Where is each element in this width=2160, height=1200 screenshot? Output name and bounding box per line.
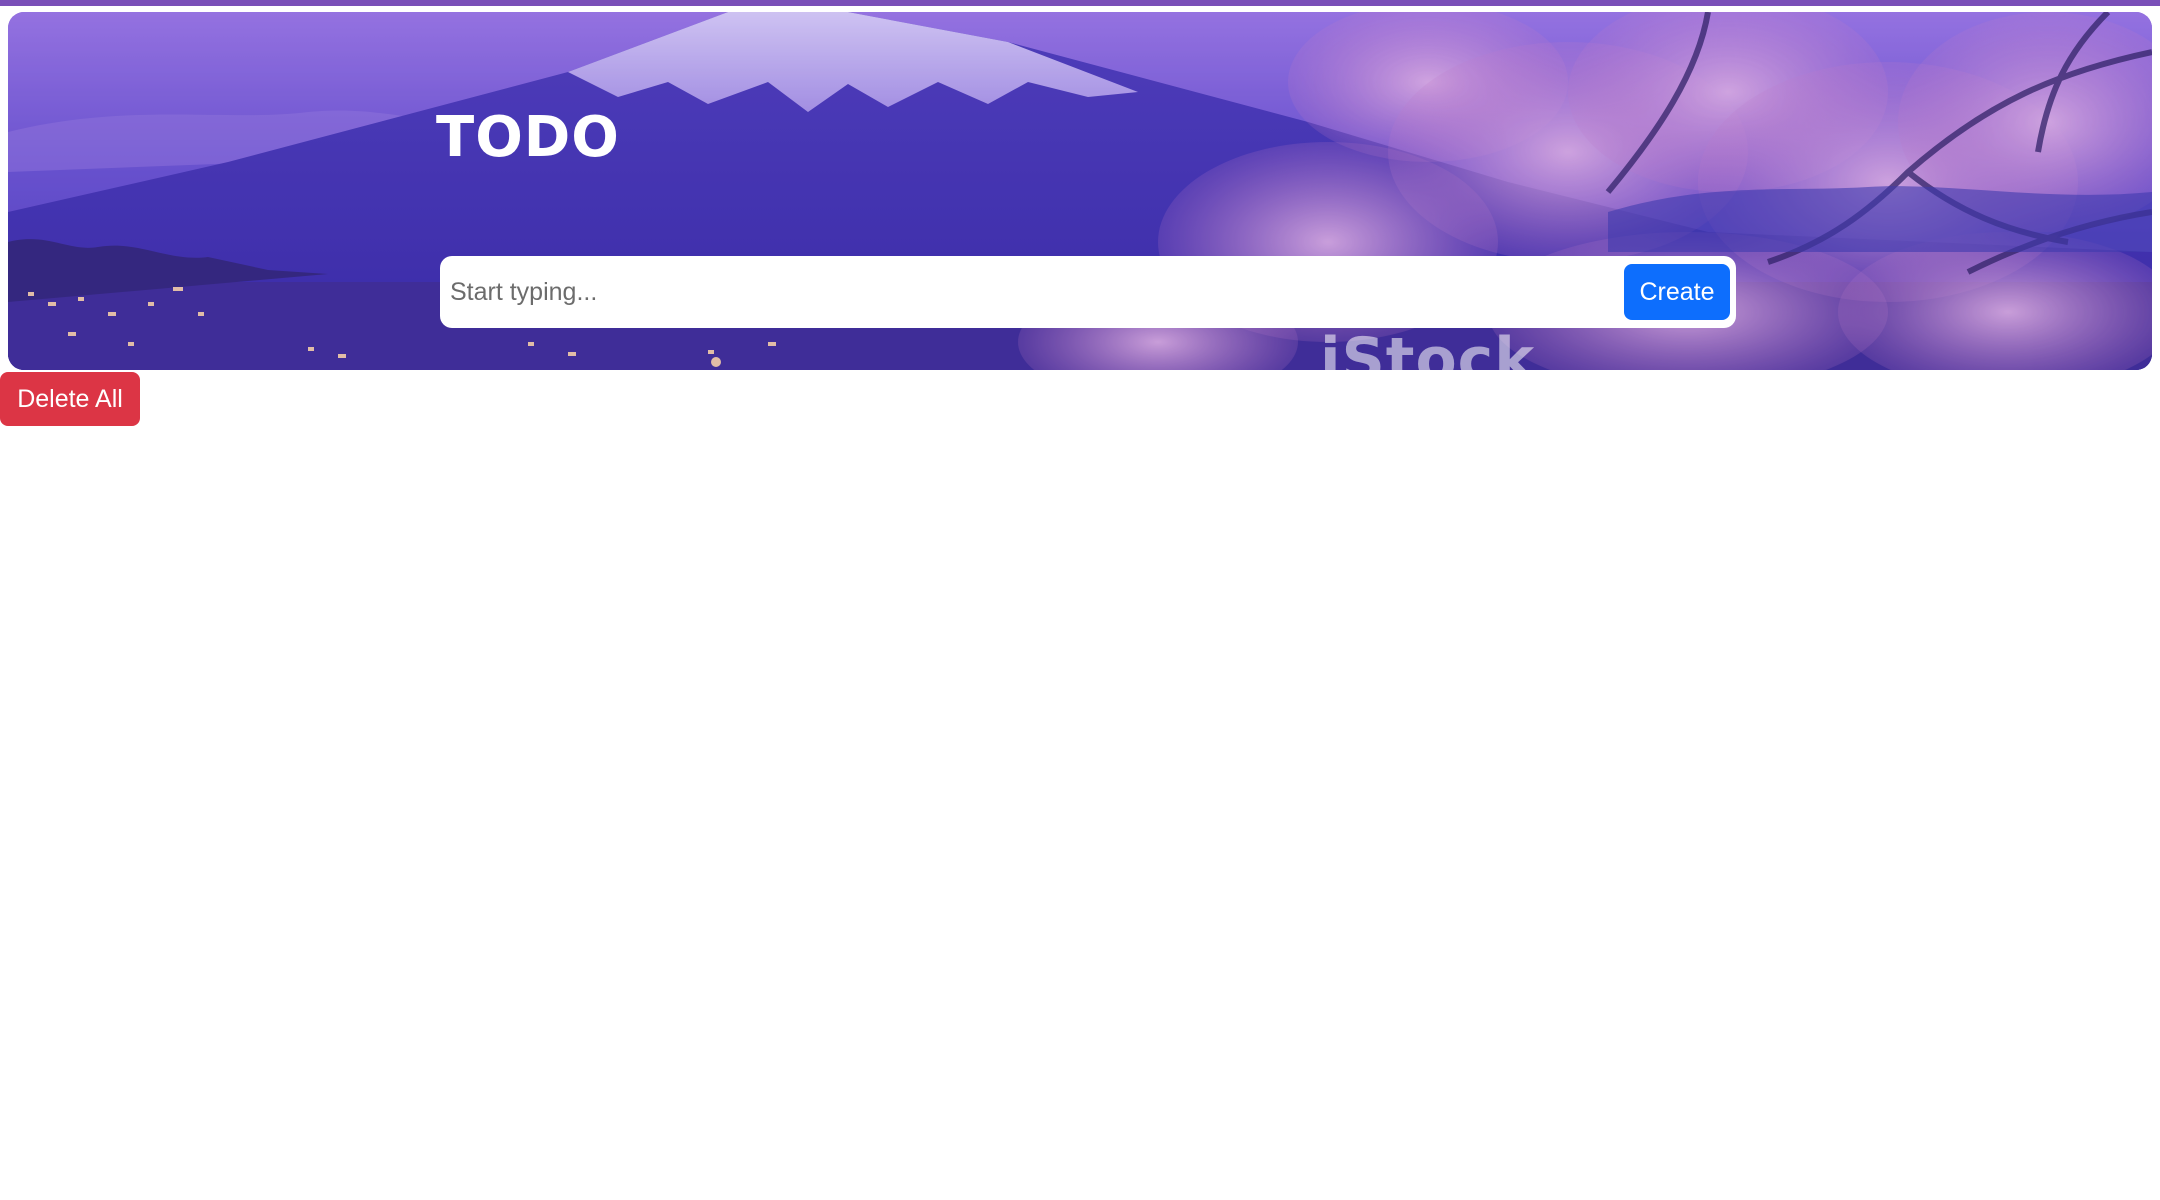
new-task-input[interactable] <box>440 264 1624 320</box>
page-title: TODO <box>436 105 620 170</box>
stock-watermark: iStock <box>1320 325 1536 370</box>
delete-all-button[interactable]: Delete All <box>0 372 140 426</box>
create-button[interactable]: Create <box>1624 264 1730 320</box>
top-accent-bar <box>0 0 2160 6</box>
new-task-form: Create <box>440 256 1736 328</box>
hero-banner: iStock TODO Create <box>8 12 2152 370</box>
